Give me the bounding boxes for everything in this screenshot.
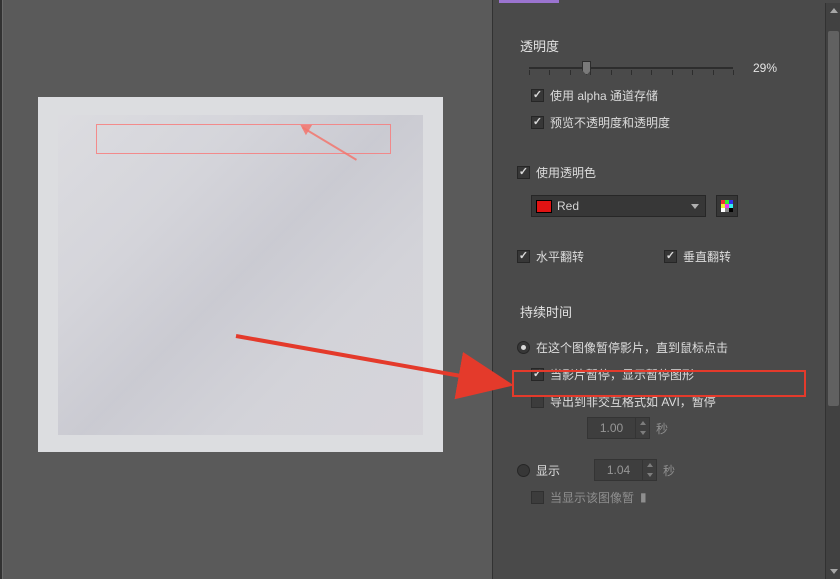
spinner-up-icon[interactable] xyxy=(636,418,649,428)
export-pause-checkbox[interactable] xyxy=(531,395,544,408)
use-alpha-checkbox[interactable] xyxy=(531,89,544,102)
trans-color-combo[interactable]: Red xyxy=(531,195,706,217)
show-pause-graphic-label: 当影片暂停，显示暂停图形 xyxy=(550,366,694,383)
opacity-section: 透明度 29% 使用 alpha 通道存储 xyxy=(493,36,840,135)
use-trans-color-checkbox[interactable] xyxy=(517,166,530,179)
duration-title: 持续时间 xyxy=(520,302,822,321)
export-pause-label: 导出到非交互格式如 AVI，暂停 xyxy=(550,393,716,410)
color-swatch-icon xyxy=(536,200,552,213)
chevron-up-icon xyxy=(830,8,838,13)
scroll-up-button[interactable] xyxy=(826,3,840,18)
scroll-down-button[interactable] xyxy=(826,564,840,579)
opacity-value: 29% xyxy=(753,61,803,75)
palette-icon xyxy=(721,200,733,212)
display-unit: 秒 xyxy=(663,462,675,479)
pause-label: 在这个图像暂停影片，直到鼠标点击 xyxy=(536,339,728,356)
display-label: 显示 xyxy=(536,462,560,479)
flip-v-label: 垂直翻转 xyxy=(683,248,731,265)
display-current-checkbox[interactable] xyxy=(531,491,544,504)
show-pause-graphic-checkbox[interactable] xyxy=(531,368,544,381)
trans-color-value: Red xyxy=(557,199,684,213)
export-pause-value: 1.00 xyxy=(588,421,635,435)
spinner-up-icon[interactable] xyxy=(643,460,656,470)
pause-radio[interactable] xyxy=(517,341,530,354)
flip-section: 水平翻转 垂直翻转 xyxy=(493,242,840,270)
display-spinner[interactable]: 1.04 xyxy=(594,459,657,481)
active-tab-indicator xyxy=(499,0,559,3)
chevron-down-icon xyxy=(830,569,838,574)
export-pause-spinner[interactable]: 1.00 xyxy=(587,417,650,439)
flip-h-checkbox[interactable] xyxy=(517,250,530,263)
color-picker-button[interactable] xyxy=(716,195,738,217)
combo-caret-icon xyxy=(689,204,701,209)
preview-opacity-label: 预览不透明度和透明度 xyxy=(550,114,670,131)
preview-opacity-checkbox[interactable] xyxy=(531,116,544,129)
canvas-area xyxy=(0,0,492,579)
truncated-text: ▮ xyxy=(640,490,647,504)
duration-section: 持续时间 在这个图像暂停影片，直到鼠标点击 当影片暂停，显示暂停图形 导出到非交… xyxy=(493,302,840,510)
flip-h-label: 水平翻转 xyxy=(536,248,584,265)
properties-panel: 透明度 29% 使用 alpha 通道存储 xyxy=(492,0,840,579)
opacity-title: 透明度 xyxy=(520,36,822,55)
display-value: 1.04 xyxy=(595,463,642,477)
display-current-label: 当显示该图像暂 xyxy=(550,489,634,506)
spinner-down-icon[interactable] xyxy=(636,428,649,438)
use-alpha-label: 使用 alpha 通道存储 xyxy=(550,87,658,104)
preview-image xyxy=(58,115,423,435)
trans-color-section: 使用透明色 Red xyxy=(493,159,840,219)
spinner-down-icon[interactable] xyxy=(643,470,656,480)
opacity-slider[interactable] xyxy=(529,61,733,75)
display-radio[interactable] xyxy=(517,464,530,477)
use-trans-color-label: 使用透明色 xyxy=(536,164,596,181)
selection-rect[interactable] xyxy=(96,124,391,154)
export-pause-unit: 秒 xyxy=(656,420,668,437)
flip-v-checkbox[interactable] xyxy=(664,250,677,263)
preview-canvas[interactable] xyxy=(38,97,443,452)
left-gutter xyxy=(0,0,3,579)
